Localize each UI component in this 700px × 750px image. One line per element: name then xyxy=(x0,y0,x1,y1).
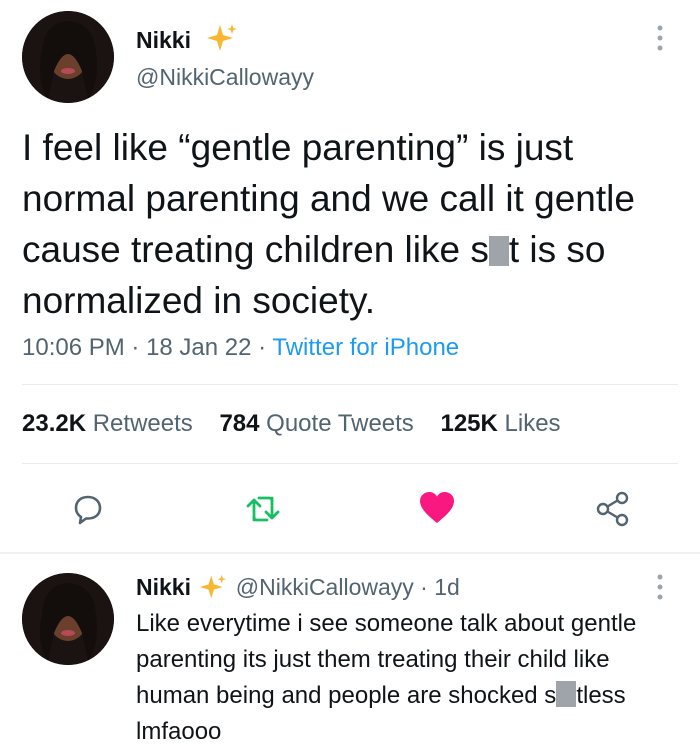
author-name[interactable]: Nikki xyxy=(136,27,191,54)
author-handle[interactable]: @NikkiCallowayy xyxy=(136,64,314,91)
censor-block xyxy=(488,236,509,266)
reply-author-handle[interactable]: @NikkiCallowayy xyxy=(236,574,414,600)
retweet-icon[interactable] xyxy=(245,492,281,526)
quote-tweets-stat[interactable]: 784 Quote Tweets xyxy=(219,410,413,437)
share-icon[interactable] xyxy=(594,490,632,528)
reply-icon[interactable] xyxy=(70,491,106,527)
divider xyxy=(22,384,678,385)
reply-header: Nikki @NikkiCallowayy · 1d xyxy=(136,573,460,601)
tweet-text: I feel like “gentle parenting” is just n… xyxy=(22,122,682,326)
reply-author-name[interactable]: Nikki xyxy=(136,574,191,600)
avatar-image xyxy=(22,11,114,103)
sparkle-icon xyxy=(206,22,238,54)
avatar[interactable] xyxy=(22,11,114,103)
reply-text: Like everytime i see someone talk about … xyxy=(136,606,676,750)
tweet-source-link[interactable]: Twitter for iPhone xyxy=(272,334,459,361)
sparkle-icon xyxy=(197,573,229,601)
more-options-icon[interactable] xyxy=(652,571,668,603)
reply-age[interactable]: 1d xyxy=(434,574,460,600)
tweet-date[interactable]: 18 Jan 22 xyxy=(146,334,251,361)
tweet-stats: 23.2K Retweets 784 Quote Tweets 125K Lik… xyxy=(22,410,581,438)
tweet-time[interactable]: 10:06 PM xyxy=(22,334,125,361)
heart-filled-icon[interactable] xyxy=(418,490,456,526)
retweets-stat[interactable]: 23.2K Retweets xyxy=(22,410,193,437)
censor-block xyxy=(556,681,577,707)
section-divider xyxy=(0,552,700,554)
reply-avatar[interactable] xyxy=(22,573,114,665)
more-options-icon[interactable] xyxy=(652,22,668,54)
avatar-image xyxy=(22,573,114,665)
divider xyxy=(22,463,678,464)
likes-stat[interactable]: 125K Likes xyxy=(440,410,560,437)
tweet-meta: 10:06 PM · 18 Jan 22 · Twitter for iPhon… xyxy=(22,334,460,361)
